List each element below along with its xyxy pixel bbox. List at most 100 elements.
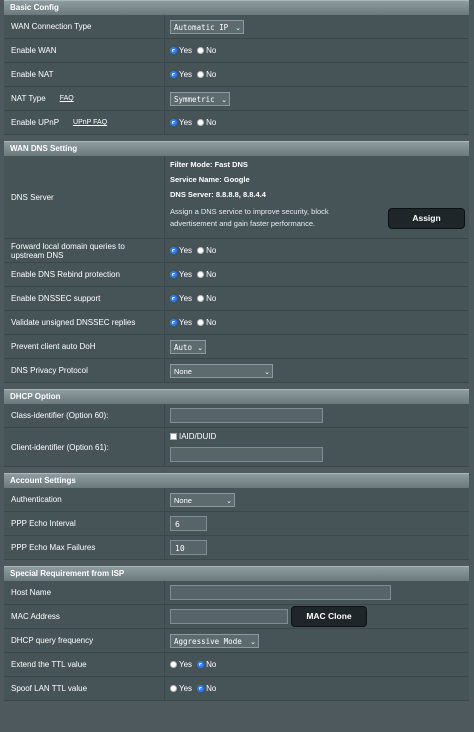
validate-dnssec-row: Validate unsigned DNSSEC replies Yes No bbox=[4, 311, 469, 335]
dhcp-frequency-row: DHCP query frequency Aggressive Mode ⌄ bbox=[4, 629, 469, 653]
nat-faq-link[interactable]: FAQ bbox=[60, 94, 74, 103]
enable-wan-radios: Yes No bbox=[165, 39, 469, 62]
dns-rebind-radios: Yes No bbox=[165, 263, 469, 286]
enable-wan-no[interactable]: No bbox=[197, 46, 216, 55]
enable-wan-label: Enable WAN bbox=[4, 39, 165, 62]
radio-unchecked-icon bbox=[197, 271, 205, 278]
mac-clone-button[interactable]: MAC Clone bbox=[291, 606, 367, 627]
validate-dnssec-no[interactable]: No bbox=[197, 318, 216, 327]
radio-unchecked-icon bbox=[197, 295, 205, 302]
echo-max-row: PPP Echo Max Failures 10 bbox=[4, 536, 469, 560]
extend-ttl-radios: Yes No bbox=[165, 653, 469, 676]
dns-filter-mode: Filter Mode: Fast DNS bbox=[170, 160, 248, 169]
radio-unchecked-icon bbox=[197, 319, 205, 326]
dhcp-frequency-cell: Aggressive Mode ⌄ bbox=[165, 629, 469, 652]
dhcp-option-section: DHCP Option Class-identifier (Option 60)… bbox=[4, 389, 469, 467]
validate-dnssec-yes[interactable]: Yes bbox=[170, 318, 192, 327]
forward-dns-no[interactable]: No bbox=[197, 246, 216, 255]
radio-yes-label: Yes bbox=[179, 118, 193, 127]
assign-area: Assign a DNS service to improve security… bbox=[170, 206, 469, 230]
radio-no-label: No bbox=[206, 118, 217, 127]
wan-type-value: Automatic IP bbox=[174, 22, 229, 32]
dns-server-cell: Filter Mode: Fast DNS Service Name: Goog… bbox=[165, 156, 469, 238]
auto-doh-select[interactable]: Auto ⌄ bbox=[170, 339, 206, 354]
section-title: DHCP Option bbox=[4, 389, 469, 404]
assign-button[interactable]: Assign bbox=[388, 207, 465, 229]
dnssec-yes[interactable]: Yes bbox=[170, 294, 192, 303]
radio-yes-label: Yes bbox=[179, 70, 193, 79]
radio-yes-label: Yes bbox=[179, 660, 193, 669]
account-settings-section: Account Settings Authentication None ⌄ P… bbox=[4, 473, 469, 560]
client-id-input[interactable] bbox=[170, 447, 323, 462]
section-title: Account Settings bbox=[4, 473, 469, 488]
dns-service-name: Service Name: Google bbox=[170, 175, 250, 184]
host-name-row: Host Name bbox=[4, 581, 469, 605]
dns-server-label: DNS Server bbox=[4, 156, 165, 238]
upnp-faq-link[interactable]: UPnP FAQ bbox=[73, 118, 107, 127]
spoof-ttl-row: Spoof LAN TTL value Yes No bbox=[4, 677, 469, 701]
mac-address-input[interactable] bbox=[170, 609, 288, 624]
radio-no-label: No bbox=[206, 660, 217, 669]
iaid-checkbox-row[interactable]: IAID/DUID bbox=[170, 431, 469, 443]
upnp-label: Enable UPnP bbox=[11, 118, 60, 127]
class-id-cell bbox=[165, 404, 469, 427]
enable-wan-yes[interactable]: Yes bbox=[170, 46, 192, 55]
echo-max-input[interactable]: 10 bbox=[170, 540, 207, 555]
dns-rebind-no[interactable]: No bbox=[197, 270, 216, 279]
wan-type-label: WAN Connection Type bbox=[4, 15, 165, 38]
radio-no-label: No bbox=[206, 270, 217, 279]
spoof-ttl-label: Spoof LAN TTL value bbox=[4, 677, 165, 700]
extend-ttl-no[interactable]: No bbox=[197, 660, 216, 669]
wan-dns-section: WAN DNS Setting DNS Server Filter Mode: … bbox=[4, 141, 469, 383]
auth-select[interactable]: None ⌄ bbox=[170, 492, 235, 507]
wan-type-cell: Automatic IP ⌄ bbox=[165, 15, 469, 38]
dns-privacy-select[interactable]: None ⌄ bbox=[170, 363, 273, 378]
forward-dns-yes[interactable]: Yes bbox=[170, 246, 192, 255]
client-id-label: Client-identifier (Option 61): bbox=[4, 428, 165, 466]
auto-doh-label: Prevent client auto DoH bbox=[4, 335, 165, 358]
class-id-input[interactable] bbox=[170, 408, 323, 423]
radio-checked-icon bbox=[170, 271, 177, 278]
dns-server-row: DNS Server Filter Mode: Fast DNS Service… bbox=[4, 156, 469, 239]
nat-type-select[interactable]: Symmetric ⌄ bbox=[170, 91, 230, 106]
basic-config-section: Basic Config WAN Connection Type Automat… bbox=[4, 0, 469, 135]
chevron-down-icon: ⌄ bbox=[235, 23, 241, 32]
radio-yes-label: Yes bbox=[179, 270, 193, 279]
dns-rebind-yes[interactable]: Yes bbox=[170, 270, 192, 279]
dhcp-frequency-label: DHCP query frequency bbox=[4, 629, 165, 652]
wan-type-select[interactable]: Automatic IP ⌄ bbox=[170, 19, 244, 34]
radio-checked-icon bbox=[170, 295, 177, 302]
echo-interval-input[interactable]: 6 bbox=[170, 516, 207, 531]
radio-checked-icon bbox=[170, 47, 177, 54]
host-name-input[interactable] bbox=[170, 585, 391, 600]
radio-yes-label: Yes bbox=[179, 684, 193, 693]
spoof-ttl-radios: Yes No bbox=[165, 677, 469, 700]
extend-ttl-yes[interactable]: Yes bbox=[170, 660, 192, 669]
dhcp-frequency-select[interactable]: Aggressive Mode ⌄ bbox=[170, 633, 259, 648]
checkbox-unchecked-icon bbox=[170, 433, 177, 441]
enable-nat-no[interactable]: No bbox=[197, 70, 216, 79]
auth-row: Authentication None ⌄ bbox=[4, 488, 469, 512]
section-title: WAN DNS Setting bbox=[4, 141, 469, 156]
dns-server-value: DNS Server: 8.8.8.8, 8.8.4.4 bbox=[170, 190, 266, 199]
auth-label: Authentication bbox=[4, 488, 165, 511]
enable-nat-yes[interactable]: Yes bbox=[170, 70, 192, 79]
upnp-no[interactable]: No bbox=[197, 118, 216, 127]
host-name-label: Host Name bbox=[4, 581, 165, 604]
class-id-label: Class-identifier (Option 60): bbox=[4, 404, 165, 427]
spoof-ttl-yes[interactable]: Yes bbox=[170, 684, 192, 693]
upnp-label-cell: Enable UPnP UPnP FAQ bbox=[4, 111, 165, 134]
dnssec-no[interactable]: No bbox=[197, 294, 216, 303]
enable-nat-radios: Yes No bbox=[165, 63, 469, 86]
radio-unchecked-icon bbox=[197, 71, 205, 78]
radio-yes-label: Yes bbox=[179, 318, 193, 327]
extend-ttl-row: Extend the TTL value Yes No bbox=[4, 653, 469, 677]
auth-value: None bbox=[174, 495, 192, 505]
upnp-yes[interactable]: Yes bbox=[170, 118, 192, 127]
radio-no-label: No bbox=[206, 70, 217, 79]
assign-description: Assign a DNS service to improve security… bbox=[170, 207, 329, 228]
chevron-down-icon: ⌄ bbox=[250, 637, 256, 646]
dnssec-row: Enable DNSSEC support Yes No bbox=[4, 287, 469, 311]
radio-no-label: No bbox=[206, 318, 217, 327]
spoof-ttl-no[interactable]: No bbox=[197, 684, 216, 693]
